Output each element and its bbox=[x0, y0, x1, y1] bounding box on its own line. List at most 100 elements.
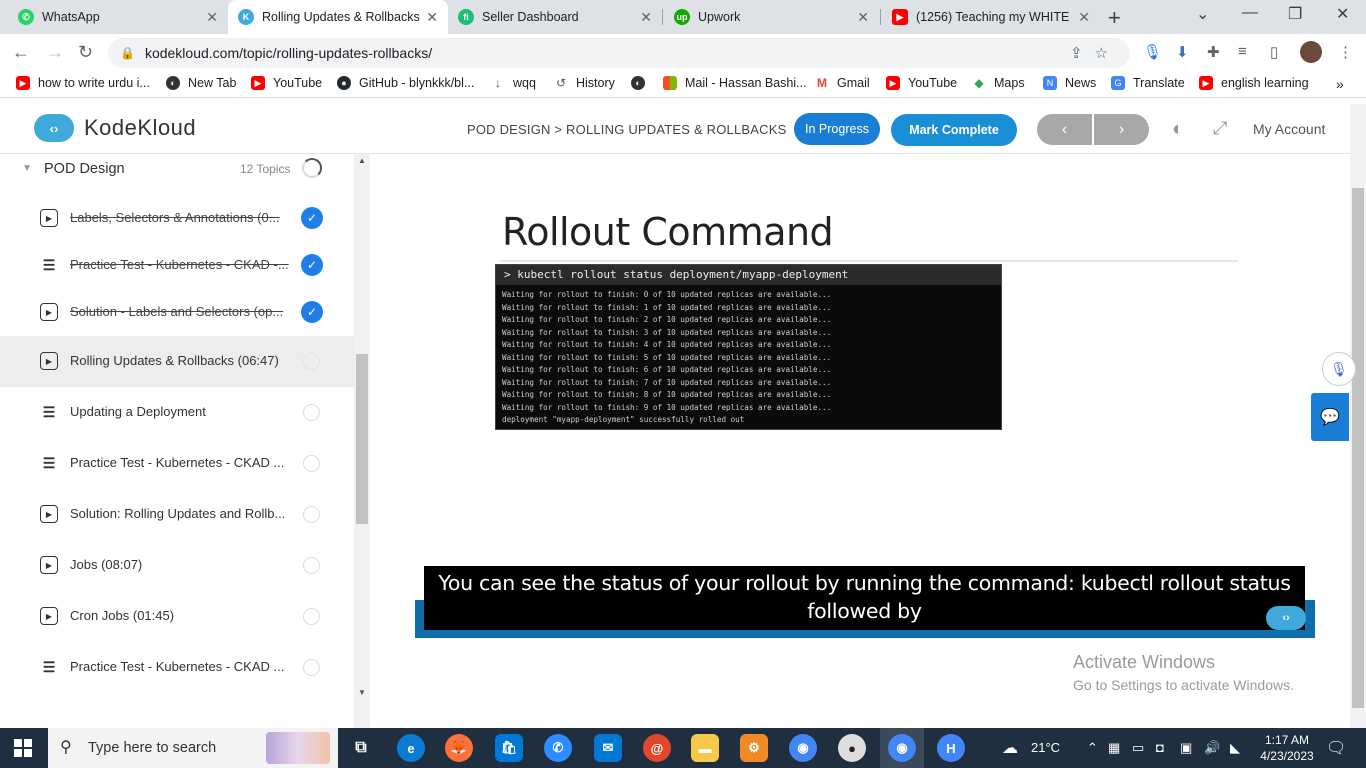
bookmark-new-tab[interactable]: ◐ New Tab bbox=[166, 76, 236, 90]
tab-kodekloud[interactable]: K Rolling Updates & Rollbacks ✕ bbox=[228, 0, 448, 34]
tab-search-icon[interactable]: ⌄ bbox=[1196, 4, 1209, 24]
dark-mode-icon[interactable]: ◐ bbox=[1172, 118, 1184, 141]
scroll-down-icon[interactable]: ▼ bbox=[358, 688, 366, 697]
task-view-icon[interactable]: ⧉ bbox=[347, 734, 375, 762]
terminal-line: Waiting for rollout to finish: 2 of 10 u… bbox=[502, 315, 832, 324]
close-tab-icon[interactable]: ✕ bbox=[1078, 9, 1090, 26]
network-devices-icon[interactable]: ▦ bbox=[1108, 740, 1120, 756]
microphone-extension-icon[interactable]: 🎙 bbox=[1143, 43, 1162, 61]
lesson-item[interactable]: ☰ Updating a Deployment bbox=[0, 387, 354, 438]
bookmark-youtube[interactable]: ▶ YouTube bbox=[251, 76, 322, 90]
lock-icon[interactable]: 🔒 bbox=[120, 46, 135, 60]
windows-start-icon[interactable] bbox=[14, 739, 32, 757]
snail-app-icon[interactable]: @ bbox=[643, 734, 671, 762]
lesson-item-current[interactable]: ▶ Rolling Updates & Rollbacks (06:47) bbox=[0, 336, 354, 387]
section-header[interactable]: ▼ POD Design 12 Topics bbox=[0, 154, 354, 184]
restore-icon[interactable]: ❐ bbox=[1288, 4, 1302, 24]
volume-icon[interactable]: 🔊 bbox=[1204, 740, 1220, 756]
page-scrollbar[interactable] bbox=[1350, 104, 1366, 728]
new-tab-button[interactable]: + bbox=[1108, 5, 1121, 31]
back-icon[interactable]: ← bbox=[12, 42, 30, 63]
battery-icon[interactable]: ▭ bbox=[1132, 740, 1144, 756]
lesson-item[interactable]: ☰ Practice Test - Kubernetes - CKAD -...… bbox=[0, 240, 354, 291]
lesson-item[interactable]: ☰ Practice Test - Kubernetes - CKAD ... bbox=[0, 438, 354, 489]
vlc-settings-icon[interactable]: ⚙ bbox=[740, 734, 768, 762]
media-control-icon[interactable]: ≡ bbox=[1238, 43, 1247, 60]
display-icon[interactable]: ▣ bbox=[1180, 740, 1192, 756]
collapse-triangle-icon[interactable]: ▼ bbox=[22, 163, 32, 174]
store-icon[interactable]: 🛍 bbox=[495, 734, 523, 762]
bookmark-wqq[interactable]: ↓ wqq bbox=[491, 76, 536, 90]
bookmark-gmail[interactable]: M Gmail bbox=[815, 76, 870, 90]
scrollbar-thumb[interactable] bbox=[1352, 188, 1364, 708]
lesson-item[interactable]: ▶ Cron Jobs (01:45) bbox=[0, 591, 354, 642]
mark-complete-button[interactable]: Mark Complete bbox=[891, 114, 1017, 146]
firefox-icon[interactable]: 🦊 bbox=[445, 734, 473, 762]
system-clock[interactable]: 1:17 AM 4/23/2023 bbox=[1254, 732, 1320, 764]
minimize-icon[interactable]: — bbox=[1242, 4, 1258, 22]
reload-icon[interactable]: ↻ bbox=[78, 42, 93, 63]
address-bar[interactable]: 🔒 kodekloud.com/topic/rolling-updates-ro… bbox=[108, 38, 1130, 68]
close-window-icon[interactable]: ✕ bbox=[1336, 4, 1349, 24]
next-lesson-button[interactable]: › bbox=[1094, 114, 1149, 145]
close-tab-icon[interactable]: ✕ bbox=[640, 9, 652, 26]
chrome-profile-h-icon[interactable]: H bbox=[937, 734, 965, 762]
chrome-icon[interactable]: ◉ bbox=[789, 734, 817, 762]
my-account-link[interactable]: My Account bbox=[1253, 121, 1325, 137]
kodekloud-logo[interactable]: ‹› KodeKloud bbox=[34, 114, 196, 142]
tab-whatsapp[interactable]: ✆ WhatsApp ✕ bbox=[8, 0, 228, 34]
bookmark-news[interactable]: N News bbox=[1043, 76, 1096, 90]
wifi-icon[interactable]: ◣ bbox=[1230, 740, 1240, 756]
phone-link-icon[interactable]: ✆ bbox=[544, 734, 572, 762]
voice-input-icon[interactable]: 🎙 bbox=[1322, 352, 1356, 386]
tab-upwork[interactable]: up Upwork ✕ bbox=[664, 0, 879, 34]
fullscreen-icon[interactable]: ⤢ bbox=[1213, 118, 1227, 139]
chrome-profile-icon[interactable]: ◉ bbox=[888, 734, 916, 762]
profile-avatar[interactable] bbox=[1300, 41, 1322, 63]
lesson-item[interactable]: ▶ Labels, Selectors & Annotations (0... … bbox=[0, 193, 354, 244]
close-tab-icon[interactable]: ✕ bbox=[426, 9, 438, 26]
weather-icon[interactable]: ☁ bbox=[1002, 738, 1018, 758]
bookmark-github[interactable]: ● GitHub - blynkkk/bl... bbox=[337, 76, 474, 90]
bookmark-globe[interactable]: ◐ bbox=[631, 76, 653, 90]
bookmark-translate[interactable]: G Translate bbox=[1111, 76, 1185, 90]
download-extension-icon[interactable]: ⬇ bbox=[1176, 43, 1189, 61]
lesson-item[interactable]: ▶ Solution: Rolling Updates and Rollb... bbox=[0, 489, 354, 540]
previous-lesson-button[interactable]: ‹ bbox=[1037, 114, 1092, 145]
forward-icon[interactable]: → bbox=[46, 42, 64, 63]
extensions-puzzle-icon[interactable]: ✚ bbox=[1207, 43, 1220, 61]
close-tab-icon[interactable]: ✕ bbox=[857, 9, 869, 26]
browser-menu-icon[interactable]: ⋮ bbox=[1338, 43, 1353, 61]
youtube-icon: ▶ bbox=[892, 9, 908, 25]
lesson-item[interactable]: ☰ Practice Test - Kubernetes - CKAD ... bbox=[0, 642, 354, 693]
obs-icon[interactable]: ● bbox=[838, 734, 866, 762]
tab-youtube[interactable]: ▶ (1256) Teaching my WHITE fr ✕ bbox=[882, 0, 1100, 34]
bookmark-youtube-2[interactable]: ▶ YouTube bbox=[886, 76, 957, 90]
edge-icon[interactable]: e bbox=[397, 734, 425, 762]
video-player[interactable]: Rollout Command > kubectl rollout status… bbox=[370, 154, 1350, 728]
file-explorer-icon[interactable]: ▬ bbox=[691, 734, 719, 762]
notification-center-icon[interactable]: 🗨 bbox=[1326, 738, 1346, 758]
camera-icon[interactable]: ◘ bbox=[1156, 740, 1164, 755]
scroll-up-icon[interactable]: ▲ bbox=[358, 156, 366, 165]
lesson-item[interactable]: ▶ Solution - Labels and Selectors (op...… bbox=[0, 287, 354, 338]
bookmark-urdu[interactable]: ▶ how to write urdu i... bbox=[16, 76, 150, 90]
scrollbar-thumb[interactable] bbox=[356, 354, 368, 524]
weather-temp[interactable]: 21°C bbox=[1031, 740, 1060, 755]
lesson-item[interactable]: ▶ Jobs (08:07) bbox=[0, 540, 354, 591]
bookmarks-overflow-icon[interactable]: » bbox=[1336, 76, 1344, 92]
mail-icon[interactable]: ✉ bbox=[594, 734, 622, 762]
tray-overflow-icon[interactable]: ⌃ bbox=[1087, 740, 1098, 756]
side-panel-icon[interactable]: ▯ bbox=[1270, 43, 1278, 61]
sidebar-scrollbar[interactable]: ▲ ▼ bbox=[354, 154, 370, 728]
chat-icon[interactable]: 💬 bbox=[1311, 393, 1349, 441]
close-tab-icon[interactable]: ✕ bbox=[206, 9, 218, 26]
tab-seller-dashboard[interactable]: fi Seller Dashboard ✕ bbox=[448, 0, 662, 34]
bookmark-english[interactable]: ▶ english learning bbox=[1199, 76, 1309, 90]
bookmark-history[interactable]: ↺ History bbox=[554, 76, 615, 90]
share-bookmark-icons[interactable]: ⇪☆ bbox=[1070, 44, 1120, 62]
taskbar-search[interactable]: ⚲ Type here to search bbox=[48, 728, 338, 768]
bookmark-maps[interactable]: ◆ Maps bbox=[972, 76, 1025, 90]
bookmark-mail[interactable]: Mail - Hassan Bashi... bbox=[663, 76, 807, 90]
terminal-line: deployment "myapp-deployment" successful… bbox=[502, 415, 745, 424]
